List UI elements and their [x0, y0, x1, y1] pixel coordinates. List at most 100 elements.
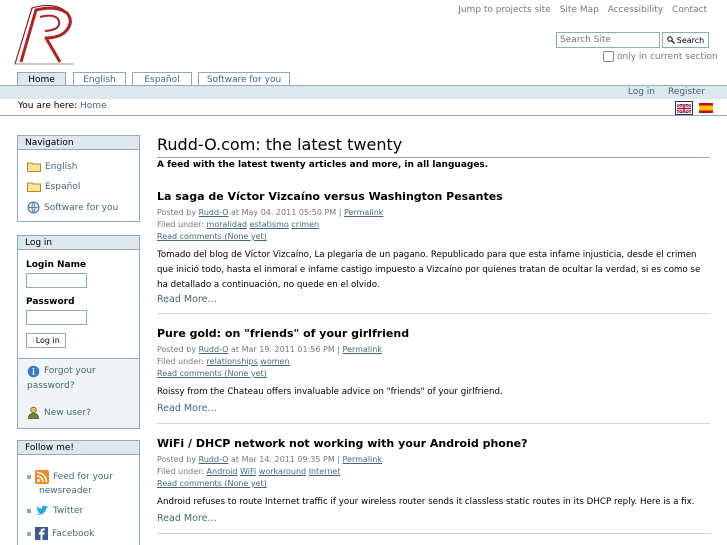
navigation-portlet: Navigation English Español Software for … [17, 135, 140, 222]
facebook-label: Facebook [52, 528, 95, 539]
feed-link[interactable]: Feed for your [27, 470, 113, 484]
read-comments-link[interactable]: Read comments (None yet) [157, 232, 267, 241]
article-tags: Filed under: Android WiFi workaround Int… [157, 467, 340, 476]
nav-item-english[interactable]: English [27, 161, 78, 172]
tag-link[interactable]: Android [207, 467, 238, 476]
follow-portlet: Follow me! Feed for your newsreader Twit… [17, 440, 140, 545]
tag-link[interactable]: WiFi [240, 467, 256, 476]
tab-home[interactable]: Home [17, 72, 66, 86]
site-logo[interactable] [12, 4, 76, 66]
user-icon [28, 406, 39, 419]
navigation-portlet-title: Navigation [18, 136, 139, 150]
breadcrumb-home[interactable]: Home [80, 101, 107, 111]
folder-icon [27, 182, 41, 192]
read-more-link[interactable]: Read More… [157, 294, 217, 305]
facebook-icon [35, 527, 48, 540]
bullet-icon [27, 531, 31, 536]
article-date: at Mar 19. 2011 01:56 PM | [231, 345, 340, 354]
tag-link[interactable]: crimen [291, 220, 319, 229]
tag-link[interactable]: estatismo [249, 220, 288, 229]
article-date: at May 04. 2011 05:50 PM | [231, 208, 342, 217]
tab-espanol[interactable]: Español [132, 72, 192, 86]
tag-link[interactable]: women [260, 357, 289, 366]
personal-bar: Log in Register [0, 85, 727, 99]
login-button[interactable]: ⁝ Log in [26, 333, 66, 348]
flag-spain-icon[interactable] [699, 103, 713, 113]
globe-icon [27, 201, 40, 214]
article-title[interactable]: WiFi / DHCP network not working with you… [157, 437, 528, 450]
folder-icon [27, 162, 41, 172]
login-footer: Forgot your password? New user? [18, 358, 139, 428]
accessibility-link[interactable]: Accessibility [608, 5, 663, 15]
page-description: A feed with the latest twenty articles a… [157, 160, 489, 170]
info-icon [27, 365, 40, 378]
article-title[interactable]: Pure gold: on "friends" of your girlfrie… [157, 327, 409, 340]
permalink-link[interactable]: Permalink [343, 455, 382, 464]
tab-english[interactable]: English [73, 72, 126, 86]
posted-by-label: Posted by [157, 455, 197, 464]
read-comments-link[interactable]: Read comments (None yet) [157, 479, 267, 488]
login-portlet-title: Log in [18, 236, 139, 250]
search-button-label: Search [676, 35, 705, 45]
article-body: Roissy from the Chateau offers invaluabl… [157, 387, 503, 397]
magnifier-icon [667, 36, 675, 44]
language-english-button[interactable] [675, 101, 693, 115]
forgot-password-link[interactable]: Forgot your [27, 365, 96, 378]
login-button-label: Log in [35, 336, 60, 345]
author-link[interactable]: Rudd-O [199, 455, 229, 464]
bullet-icon [27, 475, 31, 479]
feed-label-line2[interactable]: newsreader [39, 486, 92, 496]
article-divider [157, 533, 710, 534]
login-name-label: Login Name [26, 260, 87, 270]
nav-item-label: Software for you [44, 202, 119, 213]
new-user-label: New user? [44, 407, 91, 418]
forgot-password-line2[interactable]: password? [27, 381, 75, 391]
facebook-link[interactable]: Facebook [27, 527, 94, 540]
register-link[interactable]: Register [668, 87, 705, 97]
jump-to-projects-link[interactable]: Jump to projects site [458, 5, 551, 15]
article-byline: Posted by Rudd-O at May 04. 2011 05:50 P… [157, 208, 383, 217]
site-actions: Jump to projects site Site Map Accessibi… [452, 5, 707, 15]
article-tags: Filed under: moralidad estatismo crimen [157, 220, 319, 229]
article-body: Android refuses to route Internet traffi… [157, 497, 695, 507]
filed-under-label: Filed under: [157, 357, 204, 366]
twitter-link[interactable]: Twitter [27, 505, 83, 517]
posted-by-label: Posted by [157, 208, 197, 217]
article-byline: Posted by Rudd-O at Mar 19. 2011 01:56 P… [157, 345, 382, 354]
contact-link[interactable]: Contact [672, 5, 707, 15]
search-button[interactable]: Search [662, 32, 709, 48]
search-input[interactable] [556, 32, 660, 48]
author-link[interactable]: Rudd-O [199, 345, 229, 354]
nav-item-software-for-you[interactable]: Software for you [27, 201, 118, 214]
nav-item-espanol[interactable]: Español [27, 181, 80, 192]
article-byline: Posted by Rudd-O at Mar 14. 2011 09:35 P… [157, 455, 382, 464]
login-link[interactable]: Log in [628, 87, 655, 97]
tab-software-for-you[interactable]: Software for you [198, 72, 290, 86]
site-map-link[interactable]: Site Map [560, 5, 599, 15]
read-more-link[interactable]: Read More… [157, 513, 217, 524]
current-section-checkbox[interactable] [603, 51, 614, 62]
permalink-link[interactable]: Permalink [344, 208, 383, 217]
article-comments: Read comments (None yet) [157, 479, 267, 488]
tag-link[interactable]: workaround [259, 467, 306, 476]
article-comments: Read comments (None yet) [157, 369, 267, 378]
new-user-link[interactable]: New user? [27, 406, 91, 419]
login-portlet: Log in Login Name Password ⁝ Log in Forg… [17, 235, 140, 429]
read-more-link[interactable]: Read More… [157, 403, 217, 414]
search-scope-label: only in current section [617, 51, 718, 62]
tag-link[interactable]: relationships [207, 357, 258, 366]
permalink-link[interactable]: Permalink [343, 345, 382, 354]
password-input[interactable] [26, 310, 87, 325]
tag-link[interactable]: Internet [309, 467, 341, 476]
follow-portlet-title: Follow me! [18, 441, 139, 455]
nav-item-label: English [45, 161, 78, 172]
article-tags: Filed under: relationships women [157, 357, 290, 366]
article-comments: Read comments (None yet) [157, 232, 267, 241]
article-title[interactable]: La saga de Víctor Vizcaíno versus Washin… [157, 190, 503, 203]
login-name-input[interactable] [26, 273, 87, 288]
page-title: Rudd-O.com: the latest twenty [157, 135, 403, 154]
tag-link[interactable]: moralidad [207, 220, 247, 229]
author-link[interactable]: Rudd-O [199, 208, 229, 217]
password-label: Password [26, 297, 75, 307]
read-comments-link[interactable]: Read comments (None yet) [157, 369, 267, 378]
